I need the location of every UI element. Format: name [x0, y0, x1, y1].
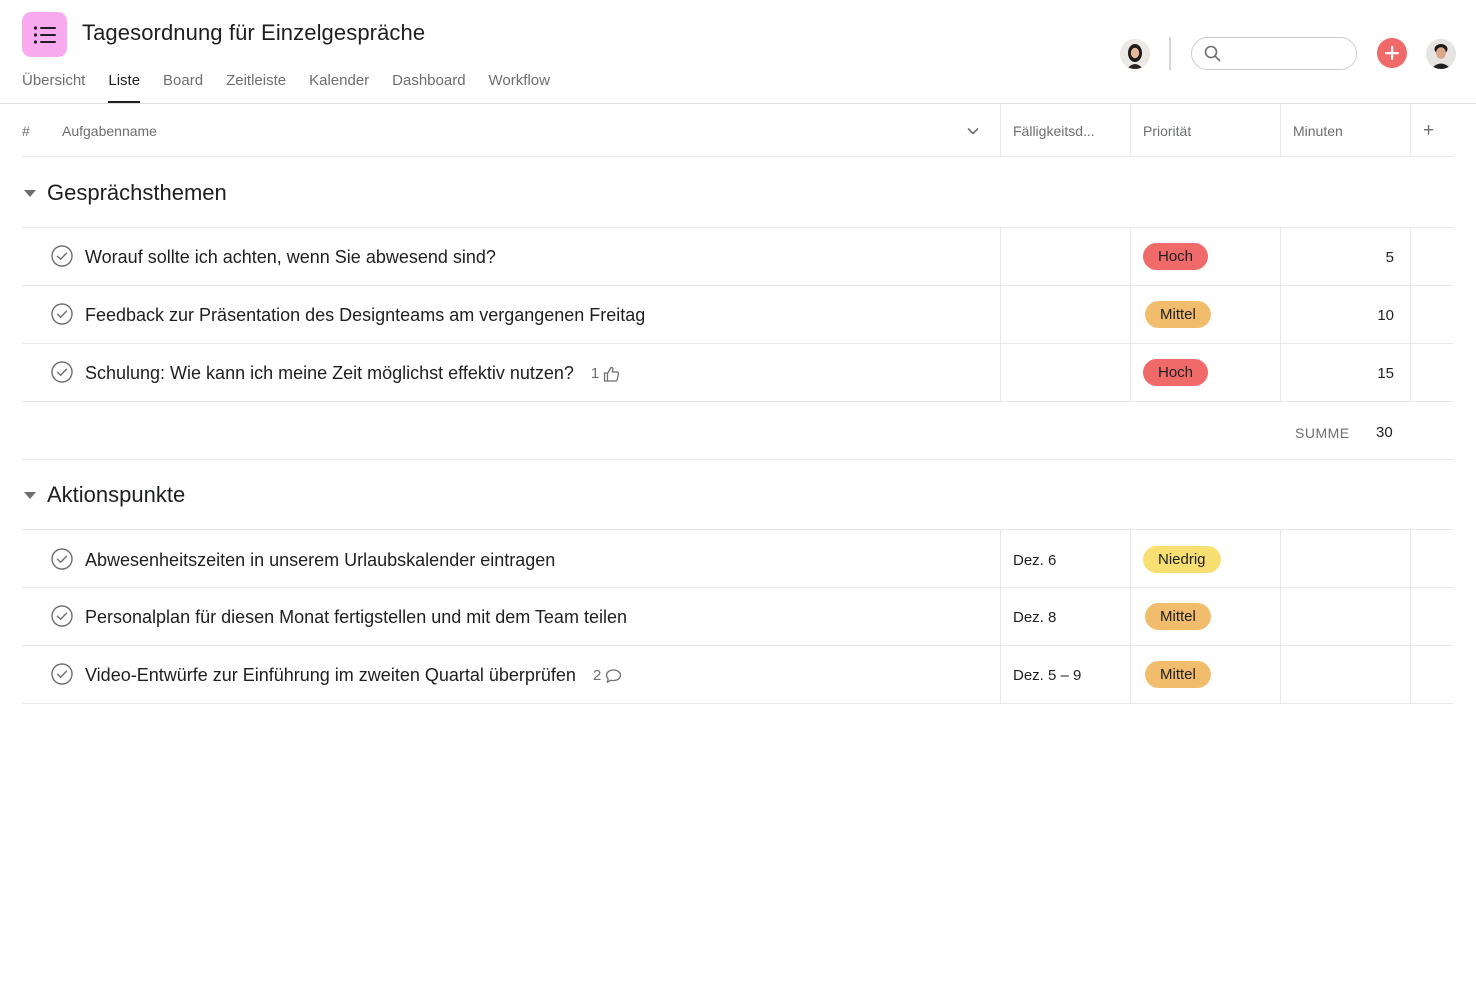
tab-list[interactable]: Liste: [108, 72, 140, 103]
complete-check-icon[interactable]: [51, 361, 73, 383]
task-row[interactable]: Worauf sollte ich achten, wenn Sie abwes…: [22, 228, 1453, 286]
column-number: #: [22, 122, 30, 139]
search-field[interactable]: [1191, 37, 1357, 70]
add-column-button[interactable]: +: [1423, 104, 1434, 157]
due-date[interactable]: Dez. 6: [1013, 552, 1056, 569]
grid-line: [22, 459, 1453, 460]
sum-value: 30: [1376, 424, 1393, 441]
minutes-value[interactable]: 5: [1386, 249, 1394, 266]
comment-icon: [606, 668, 622, 683]
task-row[interactable]: Feedback zur Präsentation des Designteam…: [22, 286, 1453, 344]
page-title: Tagesordnung für Einzelgespräche: [82, 20, 426, 45]
minutes-value[interactable]: 10: [1377, 307, 1394, 324]
header-separator: [1169, 37, 1171, 70]
column-minutes[interactable]: Minuten: [1293, 104, 1343, 157]
task-name[interactable]: Schulung: Wie kann ich meine Zeit möglic…: [85, 363, 620, 384]
task-row[interactable]: Personalplan für diesen Monat fertigstel…: [22, 588, 1453, 646]
project-icon[interactable]: [22, 12, 67, 57]
tab-workflow[interactable]: Workflow: [489, 72, 550, 103]
minutes-value[interactable]: 15: [1377, 365, 1394, 382]
complete-check-icon[interactable]: [51, 245, 73, 267]
section-header-discussion[interactable]: Gesprächsthemen: [22, 180, 227, 206]
column-options[interactable]: [966, 104, 980, 157]
grid-line: [22, 156, 1453, 157]
section-title: Gesprächsthemen: [47, 180, 227, 205]
complete-check-icon[interactable]: [51, 605, 73, 627]
grid-line: [1280, 104, 1281, 157]
like-count[interactable]: 1: [591, 365, 620, 382]
grid-line: [22, 401, 1453, 402]
column-due-date[interactable]: Fälligkeitsd...: [1013, 104, 1095, 157]
header-divider: [0, 103, 1476, 104]
grid-line: [1130, 104, 1131, 157]
due-date[interactable]: Dez. 5 – 9: [1013, 667, 1081, 684]
complete-check-icon[interactable]: [51, 663, 73, 685]
complete-check-icon[interactable]: [51, 548, 73, 570]
tab-dashboard[interactable]: Dashboard: [392, 72, 465, 103]
grid-line: [1000, 104, 1001, 157]
task-row[interactable]: Video-Entwürfe zur Einführung im zweiten…: [22, 646, 1453, 704]
priority-badge[interactable]: Mittel: [1145, 661, 1211, 688]
sum-label: SUMME: [1295, 425, 1350, 441]
priority-badge[interactable]: Hoch: [1143, 359, 1209, 386]
chevron-down-icon: [967, 127, 979, 134]
view-tabs: Übersicht Liste Board Zeitleiste Kalende…: [22, 72, 573, 104]
task-row[interactable]: Abwesenheitszeiten in unserem Urlaubskal…: [22, 531, 1453, 589]
tab-calendar[interactable]: Kalender: [309, 72, 369, 103]
task-name[interactable]: Abwesenheitszeiten in unserem Urlaubskal…: [85, 550, 555, 571]
priority-badge[interactable]: Mittel: [1145, 301, 1211, 328]
complete-check-icon[interactable]: [51, 303, 73, 325]
priority-badge[interactable]: Mittel: [1145, 603, 1211, 630]
grid-line: [22, 529, 1453, 530]
plus-icon: [1385, 46, 1399, 60]
search-icon: [1204, 45, 1221, 62]
priority-badge[interactable]: Niedrig: [1143, 546, 1221, 573]
task-name[interactable]: Video-Entwürfe zur Einführung im zweiten…: [85, 665, 622, 686]
add-button[interactable]: [1377, 38, 1407, 68]
task-name[interactable]: Feedback zur Präsentation des Designteam…: [85, 305, 645, 326]
tab-board[interactable]: Board: [163, 72, 203, 103]
tab-overview[interactable]: Übersicht: [22, 72, 85, 103]
section-title: Aktionspunkte: [47, 482, 186, 507]
task-name[interactable]: Personalplan für diesen Monat fertigstel…: [85, 607, 627, 628]
caret-down-icon: [24, 189, 36, 197]
column-task-name[interactable]: Aufgabenname: [62, 104, 157, 157]
task-name[interactable]: Worauf sollte ich achten, wenn Sie abwes…: [85, 247, 496, 268]
caret-down-icon: [24, 491, 36, 499]
list-icon: [33, 25, 56, 44]
thumbs-up-icon: [604, 366, 620, 382]
due-date[interactable]: Dez. 8: [1013, 609, 1056, 626]
avatar[interactable]: [1120, 39, 1150, 69]
grid-line: [22, 703, 1453, 704]
tab-timeline[interactable]: Zeitleiste: [226, 72, 286, 103]
section-header-action-items[interactable]: Aktionspunkte: [22, 482, 185, 508]
column-priority[interactable]: Priorität: [1143, 104, 1191, 157]
grid-line: [1410, 104, 1411, 157]
search-input[interactable]: [1227, 45, 1347, 62]
task-row[interactable]: Schulung: Wie kann ich meine Zeit möglic…: [22, 344, 1453, 402]
comment-count[interactable]: 2: [593, 667, 622, 684]
user-avatar[interactable]: [1426, 39, 1456, 69]
priority-badge[interactable]: Hoch: [1143, 243, 1209, 270]
